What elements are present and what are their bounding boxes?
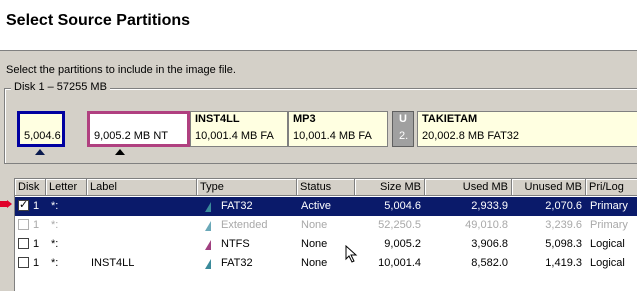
cell-unused: 3,239.6 <box>545 219 582 231</box>
cell-type: NTFS <box>201 235 295 254</box>
cell-used: 2,933.9 <box>471 200 508 212</box>
column-header-label[interactable]: Label <box>87 179 197 196</box>
column-header-unused[interactable]: Unused MB <box>512 179 586 196</box>
table-row[interactable]: 1 *: INST4LL FAT32 None 10,001.4 8,582.0… <box>15 254 637 273</box>
column-header-status[interactable]: Status <box>297 179 355 196</box>
cell-size: 5,004.6 <box>384 200 421 212</box>
cell-status: Active <box>301 200 331 212</box>
pointer-arrow-icon <box>0 200 12 208</box>
selected-partition-marker <box>35 149 45 155</box>
cell-unused: 5,098.3 <box>545 238 582 250</box>
table-header: Disk Letter Label Type Status Size MB Us… <box>15 179 637 197</box>
cell-label <box>91 235 195 254</box>
partition-box-2[interactable]: 9,005.2 MB NT <box>87 111 190 147</box>
partition-name: MP3 <box>293 113 316 125</box>
cell-disk: 1 <box>33 257 40 269</box>
partition-box-unallocated[interactable]: U 2. <box>392 111 414 147</box>
partition-marker <box>115 149 125 155</box>
cell-type: FAT32 <box>201 197 295 216</box>
cell-type: Extended <box>201 216 295 235</box>
cell-prilog: Logical <box>590 257 625 269</box>
cell-used: 8,582.0 <box>471 257 508 269</box>
column-header-prilog[interactable]: Pri/Log <box>586 179 637 196</box>
type-label: FAT32 <box>221 257 253 269</box>
row-checkbox[interactable] <box>18 257 29 268</box>
cell-type: FAT32 <box>201 254 295 273</box>
cell-status: None <box>301 219 328 231</box>
partition-info: 10,001.4 MB FA <box>195 130 274 142</box>
cell-size: 52,250.5 <box>378 219 421 231</box>
partition-info: 20,002.8 MB FAT32 <box>422 130 520 142</box>
partition-info: 9,005.2 MB NT <box>94 130 168 142</box>
cell-letter: *: <box>51 200 59 212</box>
cell-label: INST4LL <box>91 257 135 269</box>
column-header-size[interactable]: Size MB <box>355 179 425 196</box>
cell-label <box>91 197 195 216</box>
disk-map-group: Disk 1 – 57255 MB 5,004.6 9,005.2 MB NT … <box>4 81 637 164</box>
partition-box-1[interactable]: 5,004.6 <box>17 111 65 147</box>
type-label: FAT32 <box>221 200 253 212</box>
partition-info: 5,004.6 <box>24 130 61 142</box>
page-title: Select Source Partitions <box>6 12 191 29</box>
mouse-cursor-icon <box>345 245 358 263</box>
cell-letter: *: <box>51 219 59 231</box>
fat32-icon <box>205 259 211 269</box>
cell-letter: *: <box>51 238 59 250</box>
cell-letter: *: <box>51 257 59 269</box>
partition-table: Disk Letter Label Type Status Size MB Us… <box>14 178 637 291</box>
instruction-text: Select the partitions to include in the … <box>6 64 236 76</box>
cell-disk: 1 <box>33 219 40 231</box>
partition-info: 2. <box>399 130 409 142</box>
cell-unused: 1,419.3 <box>545 257 582 269</box>
page-header: Select Source Partitions <box>0 0 637 51</box>
cell-prilog: Primary <box>590 200 628 212</box>
cell-disk: 1 <box>33 200 40 212</box>
disk-label: Disk 1 – 57255 MB <box>11 81 110 93</box>
column-header-type[interactable]: Type <box>197 179 297 196</box>
partition-name: TAKIETAM <box>422 113 478 125</box>
partition-name: INST4LL <box>195 113 240 125</box>
fat32-icon <box>205 202 211 212</box>
partition-box-4[interactable]: MP3 10,001.4 MB FA <box>288 111 388 147</box>
cell-disk: 1 <box>33 238 40 250</box>
cell-unused: 2,070.6 <box>545 200 582 212</box>
table-row[interactable]: ✓ 1 *: FAT32 Active 5,004.6 2,933.9 2,07… <box>15 197 637 216</box>
row-checkbox[interactable] <box>18 238 29 249</box>
row-checkbox[interactable] <box>18 219 29 230</box>
cell-size: 9,005.2 <box>384 238 421 250</box>
column-header-disk[interactable]: Disk <box>15 179 46 196</box>
cell-prilog: Primary <box>590 219 628 231</box>
partition-name: U <box>399 113 407 125</box>
row-checkbox[interactable]: ✓ <box>18 200 29 211</box>
partition-box-3[interactable]: INST4LL 10,001.4 MB FA <box>190 111 288 147</box>
extended-icon <box>205 221 211 231</box>
table-row[interactable]: 1 *: Extended None 52,250.5 49,010.8 3,2… <box>15 216 637 235</box>
ntfs-icon <box>205 240 211 250</box>
type-label: Extended <box>221 219 268 231</box>
column-header-letter[interactable]: Letter <box>46 179 87 196</box>
type-label: NTFS <box>221 238 250 250</box>
cell-prilog: Logical <box>590 238 625 250</box>
partition-info: 10,001.4 MB FA <box>293 130 372 142</box>
table-row[interactable]: 1 *: NTFS None 9,005.2 3,906.8 5,098.3 L… <box>15 235 637 254</box>
partition-box-6[interactable]: TAKIETAM 20,002.8 MB FAT32 <box>417 111 637 147</box>
cell-size: 10,001.4 <box>378 257 421 269</box>
cell-label <box>91 216 195 235</box>
cell-used: 49,010.8 <box>465 219 508 231</box>
cell-used: 3,906.8 <box>471 238 508 250</box>
column-header-used[interactable]: Used MB <box>425 179 512 196</box>
